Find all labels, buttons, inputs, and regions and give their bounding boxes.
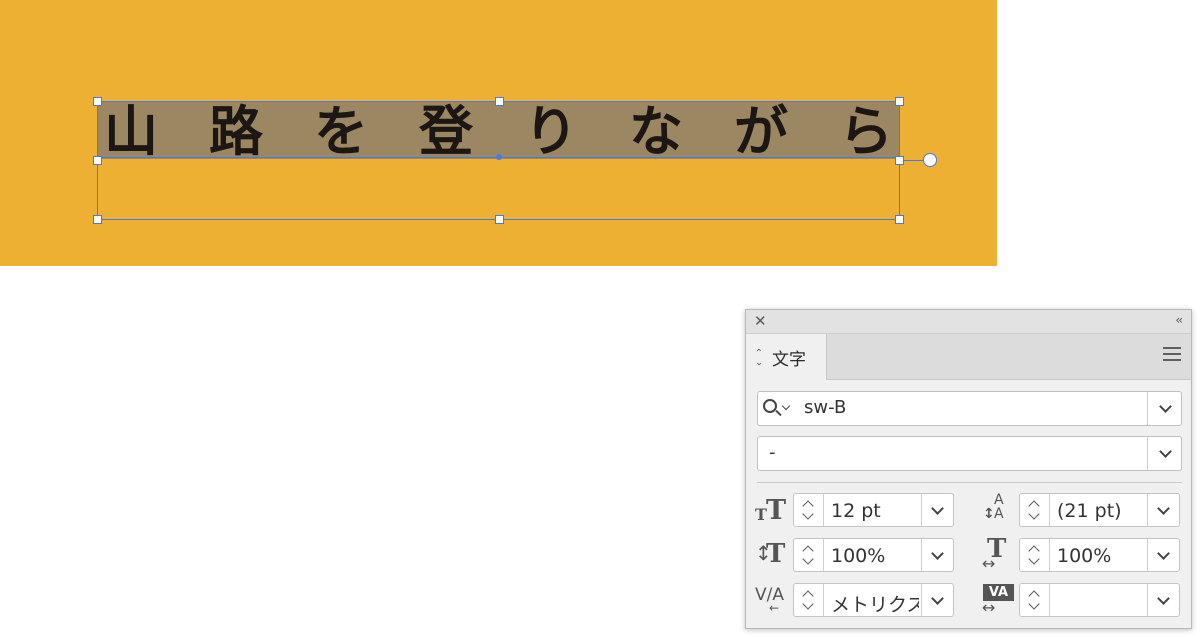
font-size-icon: T T xyxy=(755,495,787,526)
tab-character[interactable]: ⌃ ⌃ 文字 xyxy=(746,334,827,380)
text-bounding-box[interactable] xyxy=(97,101,900,220)
font-style-dropdown[interactable]: - xyxy=(757,436,1182,471)
divider xyxy=(1147,539,1148,571)
vertical-scale-stepper[interactable] xyxy=(794,539,824,571)
font-size-stepper[interactable] xyxy=(794,494,824,526)
handle-bottom-left[interactable] xyxy=(93,215,102,224)
tracking-stepper[interactable] xyxy=(1020,584,1050,616)
tracking-field[interactable] xyxy=(1019,583,1180,617)
font-family-dropdown[interactable]: sw-B xyxy=(757,391,1182,426)
horizontal-scale-field[interactable]: 100% xyxy=(1019,538,1180,572)
vertical-scale-field[interactable]: 100% xyxy=(793,538,954,572)
tracking-icon: VA ↔ xyxy=(982,582,1016,617)
chevron-down-icon[interactable] xyxy=(931,547,944,560)
divider xyxy=(921,539,922,571)
horizontal-scale-stepper[interactable] xyxy=(1020,539,1050,571)
vertical-scale-icon: ↕ T xyxy=(755,539,786,569)
close-icon[interactable]: ✕ xyxy=(754,312,767,330)
font-size-value: 12 pt xyxy=(831,500,881,522)
vertical-scale-value: 100% xyxy=(831,545,886,567)
handle-bottom-right[interactable] xyxy=(895,215,904,224)
font-size-field[interactable]: 12 pt xyxy=(793,493,954,527)
horizontal-scale-icon: T ↔ xyxy=(982,534,1007,573)
divider xyxy=(1147,494,1148,526)
chevron-down-icon[interactable] xyxy=(931,502,944,515)
tab-label: 文字 xyxy=(772,349,806,370)
chevron-down-icon[interactable] xyxy=(1157,547,1170,560)
hamburger-menu-icon[interactable] xyxy=(1163,347,1181,365)
collapse-icon[interactable]: ‹‹ xyxy=(1175,313,1182,327)
handle-top-center[interactable] xyxy=(495,97,504,106)
handle-middle-left[interactable] xyxy=(93,156,102,165)
divider xyxy=(1147,392,1148,425)
search-icon[interactable] xyxy=(763,399,777,413)
chevron-down-icon[interactable] xyxy=(1157,502,1170,515)
tab-toggle-icon[interactable]: ⌃ ⌃ xyxy=(754,349,764,367)
font-style-value: - xyxy=(769,442,776,463)
text-out-port[interactable] xyxy=(923,153,937,167)
font-family-value: sw-B xyxy=(804,397,847,418)
chevron-down-icon[interactable] xyxy=(1159,400,1172,413)
chevron-down-icon[interactable] xyxy=(1157,592,1170,605)
horizontal-scale-value: 100% xyxy=(1057,545,1112,567)
chevron-down-icon[interactable] xyxy=(931,592,944,605)
kerning-field[interactable]: メトリクス xyxy=(793,583,954,617)
panel-title-bar: ✕ ‹‹ xyxy=(746,310,1191,334)
leading-icon: ↕ A A xyxy=(983,492,1004,522)
divider xyxy=(1147,584,1148,616)
chevron-down-icon[interactable] xyxy=(781,401,791,411)
kerning-value: メトリクス xyxy=(831,594,919,616)
panel-tab-strip: ⌃ ⌃ 文字 xyxy=(746,334,1191,380)
kerning-stepper[interactable] xyxy=(794,584,824,616)
separator xyxy=(757,482,1182,483)
leading-value: (21 pt) xyxy=(1057,500,1122,522)
center-point xyxy=(496,154,502,160)
divider xyxy=(921,584,922,616)
leading-field[interactable]: (21 pt) xyxy=(1019,493,1180,527)
handle-top-left[interactable] xyxy=(93,97,102,106)
character-panel: ✕ ‹‹ ⌃ ⌃ 文字 sw-B - T T 12 pt ↕ A A (21 p… xyxy=(745,309,1192,629)
divider xyxy=(921,494,922,526)
chevron-down-icon[interactable] xyxy=(1159,445,1172,458)
leading-stepper[interactable] xyxy=(1020,494,1050,526)
type-port-connector xyxy=(903,160,925,161)
kerning-icon: V/A ← xyxy=(755,585,784,615)
divider xyxy=(1147,437,1148,470)
handle-top-right[interactable] xyxy=(895,97,904,106)
handle-bottom-center[interactable] xyxy=(495,215,504,224)
